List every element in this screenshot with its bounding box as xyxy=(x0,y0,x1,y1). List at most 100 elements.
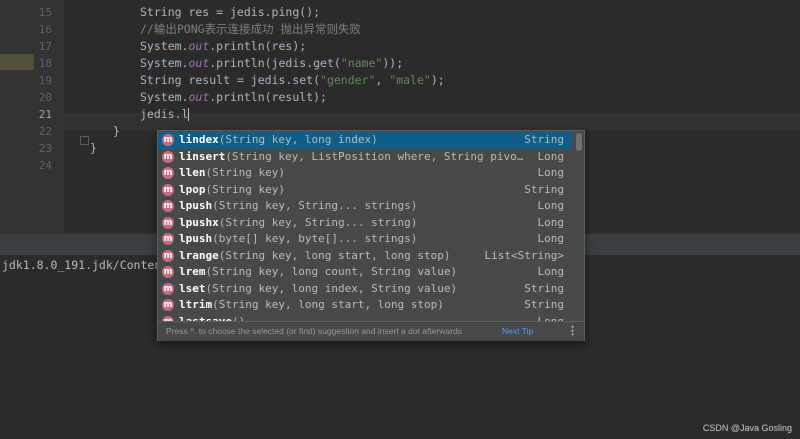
code-token: "gender" xyxy=(320,73,376,87)
hint-text: Press ^. to choose the selected (or firs… xyxy=(166,326,462,336)
code-token: ); xyxy=(430,73,445,87)
method-icon: m xyxy=(162,167,174,179)
return-type: String xyxy=(524,298,564,311)
line-number: 22 xyxy=(38,125,52,138)
line-number: 15 xyxy=(38,6,52,19)
code-token: "name" xyxy=(340,56,383,70)
completion-item[interactable]: m llen(String key) Long xyxy=(158,165,572,182)
code-line[interactable]: jedis.l xyxy=(140,106,190,123)
line-number: 19 xyxy=(38,74,52,87)
code-token: String result = jedis.set( xyxy=(140,73,321,87)
method-name: lrem(String key, long count, String valu… xyxy=(179,264,457,281)
completion-item[interactable]: m lrange(String key, long start, long sto… xyxy=(158,248,572,265)
method-name-text: lindex xyxy=(179,133,219,146)
completion-item[interactable]: m lindex(String key, long index) String xyxy=(158,132,572,149)
method-icon: m xyxy=(162,266,174,278)
method-params: (String key, long start, long stop) xyxy=(212,298,444,311)
method-icon: m xyxy=(162,299,174,311)
return-type: String xyxy=(524,281,564,295)
return-type: Long xyxy=(537,265,565,278)
method-name: lpushx(String key, String... string) xyxy=(179,215,417,232)
line-number: 17 xyxy=(38,40,52,53)
code-line[interactable]: } xyxy=(90,140,97,157)
return-type: String xyxy=(524,133,564,146)
code-token: , xyxy=(375,73,390,87)
code-token: System. xyxy=(140,39,189,53)
next-tip-link[interactable]: Next Tip xyxy=(502,322,533,340)
return-type: Long xyxy=(537,199,565,212)
console-output: jdk1.8.0_191.jdk/Content xyxy=(2,258,169,272)
more-options-icon[interactable]: ⋮ xyxy=(567,322,578,340)
watermark: CSDN @Java Gosling xyxy=(702,423,792,433)
completion-item[interactable]: m lpush(byte[] key, byte[]... strings) Lon… xyxy=(158,231,572,248)
method-icon: m xyxy=(162,200,174,212)
completion-hint-bar: Press ^. to choose the selected (or firs… xyxy=(158,321,584,341)
completion-item[interactable]: m lpushx(String key, String... string) Lon… xyxy=(158,215,572,232)
fold-marker-icon[interactable] xyxy=(80,136,89,145)
code-token: jedis.l xyxy=(140,107,189,121)
method-name-text: llen xyxy=(179,166,206,179)
completion-item[interactable]: m lrem(String key, long count, String val… xyxy=(158,264,572,281)
completion-item[interactable]: m linsert(String key, ListPosition where,… xyxy=(158,149,572,166)
return-type: Long xyxy=(537,166,565,179)
method-name: lindex(String key, long index) xyxy=(179,132,378,149)
code-line[interactable]: String result = jedis.set("gender", "mal… xyxy=(140,72,445,89)
method-name-text: lpushx xyxy=(179,215,219,229)
completion-scrollbar[interactable] xyxy=(576,133,582,151)
method-params: (String key, String... string) xyxy=(218,215,418,229)
method-name: lpop(String key) xyxy=(179,182,285,199)
code-line[interactable]: } xyxy=(113,123,120,140)
method-name-text: lset xyxy=(179,281,206,295)
line-number: 16 xyxy=(38,23,52,36)
completion-item[interactable]: m lset(String key, long index, String val… xyxy=(158,281,572,298)
method-name: lpush(String key, String... strings) xyxy=(179,198,417,215)
method-icon: m xyxy=(162,150,174,163)
code-token: out xyxy=(188,90,210,104)
line-number: 23 xyxy=(38,142,52,155)
code-token: out xyxy=(188,39,210,53)
method-params: (String key) xyxy=(205,166,285,179)
method-params: (String key, long start, long stop) xyxy=(218,248,451,262)
method-name: linsert(String key, ListPosition where, … xyxy=(179,149,523,166)
return-type: Long xyxy=(537,232,565,245)
text-caret xyxy=(188,108,190,121)
code-token: System. xyxy=(140,90,189,104)
code-line[interactable]: System.out.println(res); xyxy=(140,38,306,55)
completion-item[interactable]: m ltrim(String key, long start, long stop… xyxy=(158,297,572,314)
return-type: Long xyxy=(537,215,565,229)
method-name-text: lpush xyxy=(179,232,213,245)
line-number: 20 xyxy=(38,91,52,104)
code-token: .println(res); xyxy=(209,39,307,53)
method-name: llen(String key) xyxy=(179,165,285,182)
code-token: } xyxy=(113,124,120,138)
code-token: String res = jedis.ping(); xyxy=(140,5,321,19)
completion-item[interactable]: mlastsave()Long xyxy=(158,314,572,321)
method-icon: m xyxy=(162,183,174,196)
code-line[interactable]: System.out.println(result); xyxy=(140,89,327,106)
method-params: (byte[] key, byte[]... strings) xyxy=(212,232,418,245)
method-icon: m xyxy=(162,282,174,295)
code-line[interactable]: String res = jedis.ping(); xyxy=(140,4,320,21)
code-token: out xyxy=(188,56,210,70)
completion-item[interactable]: m lpush(String key, String... strings) Lon… xyxy=(158,198,572,215)
method-params: (String key, long count, String value) xyxy=(205,265,458,278)
method-name: ltrim(String key, long start, long stop) xyxy=(179,297,444,314)
code-line[interactable]: //输出PONG表示连接成功 抛出异常则失败 xyxy=(140,21,361,38)
completion-item[interactable]: m lpop(String key) String xyxy=(158,182,572,199)
completion-popup[interactable]: m lindex(String key, long index) String m li… xyxy=(157,130,585,341)
method-icon: m xyxy=(162,134,174,146)
method-params: (String key, String... strings) xyxy=(212,199,418,212)
code-token: .println(result); xyxy=(209,90,327,104)
method-params: (String key, long index) xyxy=(218,133,378,146)
method-params: (String key, ListPosition where, String … xyxy=(225,149,524,163)
line-number: 24 xyxy=(38,159,52,172)
method-name-text: lrem xyxy=(179,265,206,278)
code-line[interactable]: System.out.println(jedis.get("name")); xyxy=(140,55,403,72)
code-token: .println(jedis.get( xyxy=(209,56,341,70)
code-token: //输出PONG表示连接成功 抛出异常则失败 xyxy=(140,22,361,36)
method-name-text: ltrim xyxy=(179,298,213,311)
return-type: List<String> xyxy=(484,248,564,262)
code-token: } xyxy=(90,141,97,155)
method-name: lpush(byte[] key, byte[]... strings) xyxy=(179,231,417,248)
method-params: (String key, long index, String value) xyxy=(205,281,458,295)
